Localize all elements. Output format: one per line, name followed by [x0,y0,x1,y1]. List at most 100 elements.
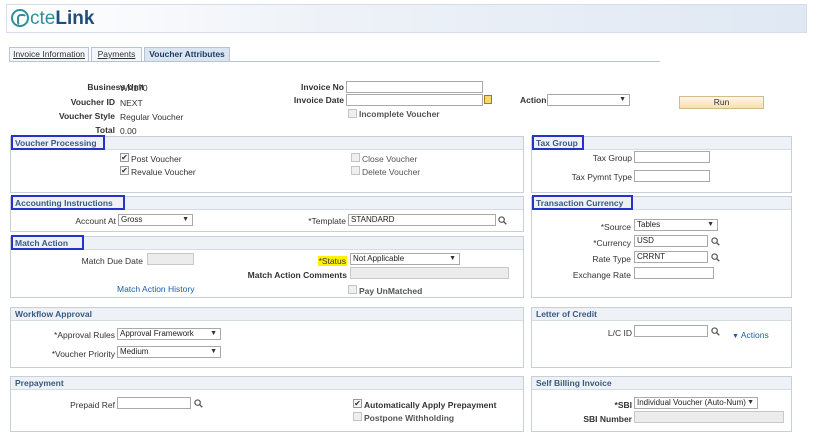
tab-voucher-attributes[interactable]: Voucher Attributes [144,47,230,61]
status-value: Not Applicable [353,254,405,263]
match-due-date-label: Match Due Date [81,256,143,266]
total-value: 0.00 [120,126,137,136]
search-icon[interactable] [194,399,203,408]
exchange-rate-input[interactable] [634,267,714,279]
run-button[interactable]: Run [679,96,764,109]
postpone-withholding-checkbox[interactable] [353,412,362,421]
close-voucher-label: Close Voucher [362,154,418,164]
highlight-box [532,135,584,150]
sbi-select[interactable]: Individual Voucher (Auto-Num) ▼ [634,397,758,409]
caret-down-icon: ▼ [732,333,741,340]
tab-payments[interactable]: Payments [91,47,142,61]
match-action-comments-label: Match Action Comments [247,270,347,280]
app-header: cteLink [6,4,807,33]
delete-voucher-label: Delete Voucher [362,167,421,177]
highlight-box [532,195,633,210]
lc-id-input[interactable] [634,325,708,337]
source-value: Tables [637,220,661,229]
voucher-priority-value: Medium [120,347,149,356]
currency-label: *Currency [593,238,631,248]
action-select[interactable]: ▼ [547,94,630,106]
delete-voucher-checkbox[interactable] [351,166,360,175]
incomplete-voucher-checkbox[interactable] [348,109,357,118]
invoice-no-label: Invoice No [301,82,344,92]
pay-unmatched-checkbox[interactable] [348,285,357,294]
total-label: Total [95,125,115,135]
currency-input[interactable]: USD [634,235,708,247]
account-at-label: Account At [75,216,116,226]
status-select[interactable]: Not Applicable ▼ [350,253,460,265]
close-voucher-checkbox[interactable] [351,153,360,162]
chevron-down-icon: ▼ [210,330,217,337]
auto-apply-prepayment-checkbox[interactable]: ✔ [353,399,362,408]
invoice-date-label: Invoice Date [293,95,344,105]
tab-label: Payments [97,49,136,59]
calendar-icon[interactable] [484,95,492,104]
voucher-id-value: NEXT [120,98,143,108]
lc-id-label: L/C ID [607,328,632,338]
rate-type-input[interactable]: CRRNT [634,251,708,263]
tax-pymnt-type-label: Tax Pymnt Type [571,172,632,182]
action-label: Action [520,95,547,105]
prepaid-ref-input[interactable] [117,397,191,409]
search-icon[interactable] [711,237,720,246]
section-header: Match Action [11,237,523,250]
approval-rules-label: *Approval Rules [54,330,115,340]
post-voucher-checkbox[interactable]: ✔ [120,153,129,162]
section-header: Letter of Credit [532,308,791,321]
chevron-down-icon: ▼ [619,96,626,103]
prepaid-ref-label: Prepaid Ref [70,400,115,410]
tab-label: Invoice Information [13,49,85,59]
section-title: Letter of Credit [536,309,597,319]
tab-invoice-information[interactable]: Invoice Information [9,47,89,61]
voucher-style-value: Regular Voucher [120,112,184,122]
actions-link[interactable]: ▼ Actions [732,330,769,340]
exchange-rate-label: Exchange Rate [572,270,631,280]
voucher-style-label: Voucher Style [58,111,115,121]
source-label: *Source [600,222,631,232]
transaction-currency-section: Transaction Currency [531,196,792,298]
highlight-box [11,235,84,250]
template-input[interactable]: STANDARD [348,214,496,226]
chevron-down-icon: ▼ [182,216,189,223]
ctelink-logo-icon [11,9,29,27]
approval-rules-select[interactable]: Approval Framework ▼ [117,328,221,340]
chevron-down-icon: ▼ [449,255,456,262]
revalue-voucher-checkbox[interactable]: ✔ [120,166,129,175]
account-at-value: Gross [121,215,143,224]
tax-pymnt-type-input[interactable] [634,170,710,182]
pay-unmatched-label: Pay UnMatched [359,286,423,296]
postpone-withholding-label: Postpone Withholding [364,413,455,423]
section-title: Prepayment [15,378,64,388]
status-label: *Status [317,256,347,266]
voucher-id-label: Voucher ID [70,97,115,107]
business-unit-value: WA170 [120,83,148,93]
sbi-number-input[interactable] [634,411,784,423]
chevron-down-icon: ▼ [747,399,754,406]
actions-label: Actions [740,330,769,340]
match-due-date-input[interactable] [147,253,194,265]
search-icon[interactable] [498,216,507,225]
rate-type-label: Rate Type [592,254,631,264]
match-action-comments-input[interactable] [350,267,509,279]
voucher-priority-select[interactable]: Medium ▼ [117,346,221,358]
sbi-number-label: SBI Number [583,414,632,424]
invoice-no-input[interactable] [346,81,483,93]
sbi-value: Individual Voucher (Auto-Num) [637,398,746,407]
incomplete-voucher-label: Incomplete Voucher [359,109,440,119]
search-icon[interactable] [711,327,720,336]
logo-suffix: Link [55,8,95,29]
approval-rules-value: Approval Framework [120,329,194,338]
search-icon[interactable] [711,253,720,262]
status-label-text: *Status [317,256,347,266]
invoice-date-input[interactable] [346,94,483,106]
section-title: Self Billing Invoice [536,378,612,388]
chevron-down-icon: ▼ [210,348,217,355]
match-action-history-link[interactable]: Match Action History [117,284,194,294]
tax-group-input[interactable] [634,151,710,163]
auto-apply-prepayment-label: Automatically Apply Prepayment [364,400,497,410]
tab-label: Voucher Attributes [149,49,225,59]
source-select[interactable]: Tables ▼ [634,219,718,231]
account-at-select[interactable]: Gross ▼ [118,214,193,226]
ctelink-logo[interactable]: cteLink [11,8,94,30]
